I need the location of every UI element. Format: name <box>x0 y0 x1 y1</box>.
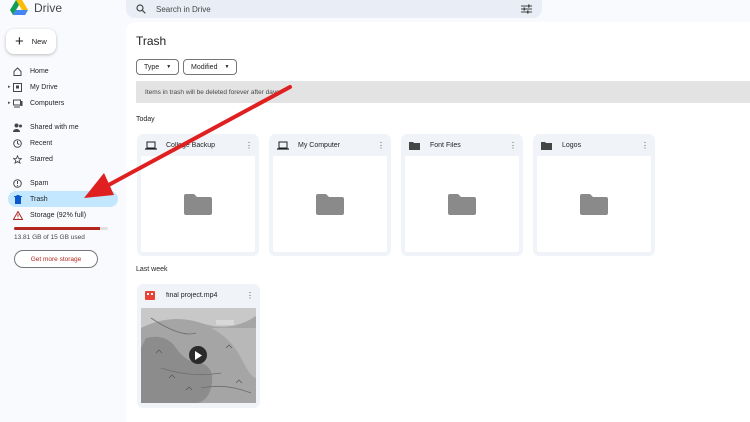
computers-icon <box>12 98 23 109</box>
get-more-storage-button[interactable]: Get more storage <box>14 250 98 268</box>
my-drive-icon <box>12 82 23 93</box>
sidebar-item-recent[interactable]: Recent <box>8 136 52 150</box>
file-name: Logos <box>562 141 582 149</box>
file-preview <box>141 156 255 252</box>
search-bar[interactable]: Search in Drive <box>126 0 542 18</box>
drive-logo[interactable]: Drive <box>10 0 62 16</box>
folder-icon <box>448 194 476 215</box>
trash-info-banner: Items in trash will be deleted forever a… <box>136 81 750 103</box>
sidebar-item-label: Spam <box>30 179 49 187</box>
sidebar-item-starred[interactable]: Starred <box>8 152 53 166</box>
more-options-icon[interactable]: ⋮ <box>641 141 649 150</box>
clock-icon <box>12 138 23 149</box>
sidebar-item-label: Starred <box>30 155 53 163</box>
section-label-today: Today <box>136 116 155 123</box>
shared-icon <box>12 122 23 133</box>
sidebar-item-label: Trash <box>30 195 48 203</box>
drive-logo-icon <box>10 0 28 15</box>
section-label-last-week: Last week <box>136 266 168 273</box>
video-file-card[interactable]: final project.mp4 ⋮ <box>137 284 260 408</box>
more-options-icon[interactable]: ⋮ <box>377 141 385 150</box>
laptop-icon <box>145 140 157 150</box>
folder-icon <box>316 194 344 215</box>
sidebar-item-label: Computers <box>30 99 65 107</box>
sidebar-item-shared[interactable]: Shared with me <box>8 120 79 134</box>
file-card[interactable]: Logos ⋮ <box>533 134 655 256</box>
type-filter-chip[interactable]: Type ▼ <box>136 59 180 75</box>
sidebar-item-label: Storage (92% full) <box>30 211 87 219</box>
new-button[interactable]: + New <box>6 29 56 54</box>
trash-icon <box>12 194 23 205</box>
storage-progress-fill <box>14 227 101 230</box>
sidebar-item-computers[interactable]: ▸ Computers <box>8 96 64 110</box>
file-name: My Computer <box>298 141 341 149</box>
dropdown-caret-icon: ▼ <box>224 64 230 70</box>
spam-icon <box>12 178 23 189</box>
folder-icon <box>541 140 553 150</box>
folder-icon <box>580 194 608 215</box>
more-options-icon[interactable]: ⋮ <box>509 141 517 150</box>
more-options-icon[interactable]: ⋮ <box>245 141 253 150</box>
home-icon <box>12 66 23 77</box>
sidebar-item-spam[interactable]: Spam <box>8 176 48 190</box>
sidebar-item-storage[interactable]: Storage (92% full) <box>8 208 86 222</box>
sidebar-item-home[interactable]: Home <box>8 64 49 78</box>
file-name: Font Files <box>430 141 461 149</box>
sidebar-item-label: Recent <box>30 139 53 147</box>
sidebar-item-my-drive[interactable]: ▸ My Drive <box>8 80 58 94</box>
file-preview <box>273 156 387 252</box>
file-preview <box>405 156 519 252</box>
more-options-icon[interactable]: ⋮ <box>246 291 254 300</box>
warning-icon <box>12 210 23 221</box>
chip-label: Modified <box>191 63 218 71</box>
storage-progress-bar <box>14 227 108 230</box>
modified-filter-chip[interactable]: Modified ▼ <box>183 59 238 75</box>
video-thumbnail <box>141 308 256 403</box>
play-icon[interactable] <box>189 346 207 364</box>
sidebar-item-label: Shared with me <box>30 123 79 131</box>
app-name: Drive <box>34 1 63 15</box>
star-icon <box>12 154 23 165</box>
folder-icon <box>409 140 421 150</box>
chip-label: Type <box>144 63 160 71</box>
folder-icon <box>184 194 212 215</box>
laptop-icon <box>277 140 289 150</box>
sidebar-item-trash[interactable]: Trash <box>8 191 118 207</box>
file-name: College Backup <box>166 141 216 149</box>
sidebar-item-label: Home <box>30 67 49 75</box>
page-title: Trash <box>136 34 167 48</box>
search-icon[interactable] <box>136 4 146 14</box>
file-card[interactable]: College Backup ⋮ <box>137 134 259 256</box>
search-input[interactable]: Search in Drive <box>156 5 521 14</box>
video-file-icon <box>145 290 157 300</box>
file-card[interactable]: Font Files ⋮ <box>401 134 523 256</box>
dropdown-caret-icon: ▼ <box>166 64 172 70</box>
file-preview <box>537 156 651 252</box>
search-options-icon[interactable] <box>521 4 532 14</box>
new-button-label: New <box>31 37 47 46</box>
storage-used-text: 13.81 GB of 15 GB used <box>14 234 85 241</box>
file-name: final project.mp4 <box>166 291 218 299</box>
plus-icon: + <box>15 33 24 50</box>
sidebar-item-label: My Drive <box>30 83 58 91</box>
file-card[interactable]: My Computer ⋮ <box>269 134 391 256</box>
